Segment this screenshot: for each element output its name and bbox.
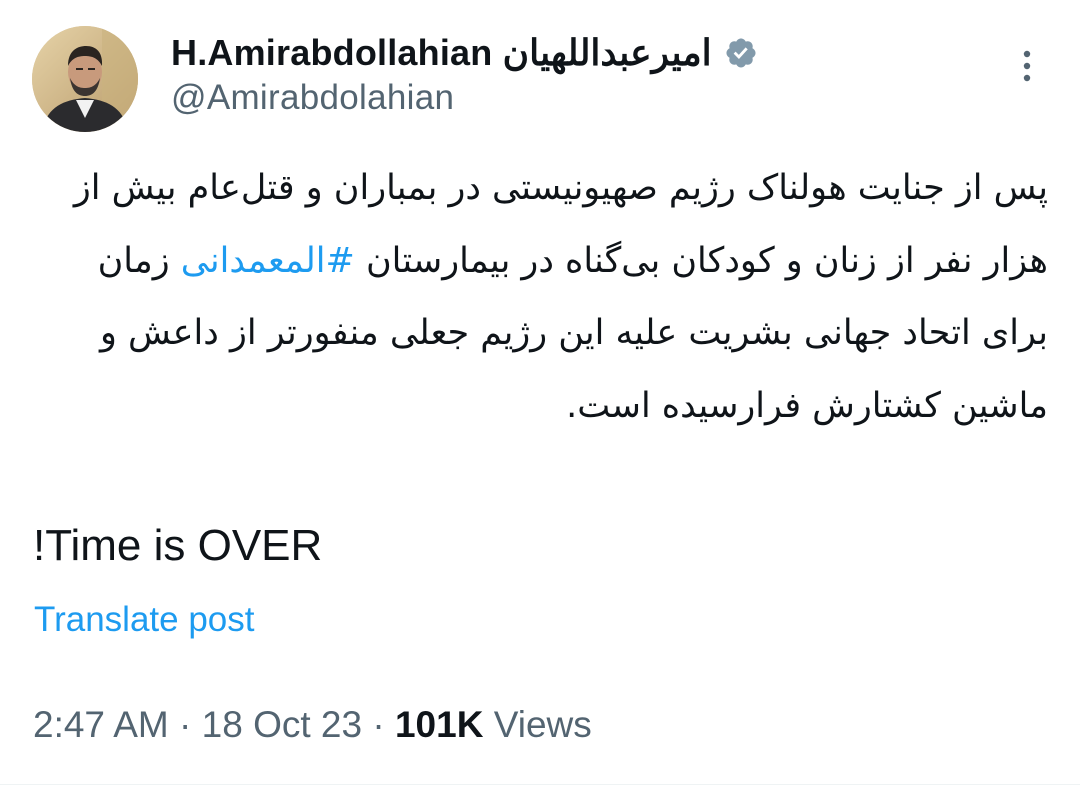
author-avatar[interactable]	[32, 26, 138, 132]
author-name-row[interactable]: H.Amirabdollahian امیرعبداللهیان	[171, 28, 758, 78]
hashtag-link[interactable]: #المعمدانی	[181, 241, 355, 281]
translate-post-link[interactable]: Translate post	[34, 600, 254, 640]
tweet: H.Amirabdollahian امیرعبداللهیان @Amirab…	[0, 0, 1080, 786]
meta-separator: ·	[372, 704, 385, 745]
post-tagline: Time is OVER!	[33, 521, 323, 570]
views-count: 101K	[394, 704, 484, 745]
views-label: Views	[493, 704, 592, 745]
post-date[interactable]: 18 Oct 23	[202, 704, 362, 745]
post-metadata: 2:47 AM · 18 Oct 23 · 101K Views	[33, 704, 592, 746]
post-time[interactable]: 2:47 AM	[33, 704, 169, 745]
verified-badge-icon	[724, 36, 758, 70]
author-handle[interactable]: @Amirabdolahian	[171, 78, 454, 118]
post-text: پس از جنایت هولناک رژیم صهیونیستی در بمب…	[40, 152, 1048, 442]
divider	[0, 784, 1080, 785]
more-options-icon[interactable]	[1010, 46, 1044, 86]
author-display-name[interactable]: H.Amirabdollahian امیرعبداللهیان	[171, 32, 712, 74]
meta-separator: ·	[179, 704, 192, 745]
avatar-photo	[32, 26, 138, 132]
